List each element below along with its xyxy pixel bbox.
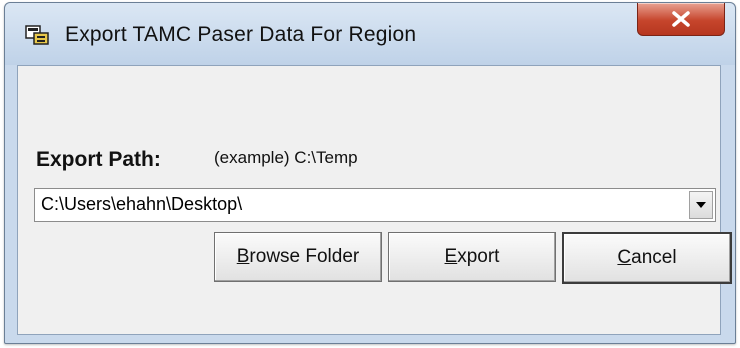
export-path-combobox[interactable]: C:\Users\ehahn\Desktop\ [34,188,716,222]
window-title: Export TAMC Paser Data For Region [65,23,417,46]
export-path-value[interactable]: C:\Users\ehahn\Desktop\ [41,194,242,215]
export-path-example: (example) C:\Temp [214,148,358,167]
export-mnemonic: E [444,246,458,267]
browse-mnemonic: B [236,246,250,267]
export-label: xport [457,246,500,267]
chevron-down-icon [696,202,706,208]
export-path-label: Export Path: [36,148,161,171]
cancel-mnemonic: C [617,247,632,268]
export-app-icon [25,25,49,45]
title-bar[interactable]: Export TAMC Paser Data For Region [5,3,735,65]
dropdown-button[interactable] [689,191,713,219]
dialog-body: Export Path: (example) C:\Temp C:\Users\… [17,65,732,335]
cancel-label: ancel [631,247,677,268]
browse-label: rowse Folder [249,246,360,267]
browse-folder-button[interactable]: Browse Folder [214,232,382,282]
close-icon [672,11,690,27]
export-dialog: Export TAMC Paser Data For Region Export… [4,2,736,344]
cancel-button[interactable]: Cancel [562,232,732,284]
close-button[interactable] [637,3,725,36]
export-button[interactable]: Export [388,232,556,282]
